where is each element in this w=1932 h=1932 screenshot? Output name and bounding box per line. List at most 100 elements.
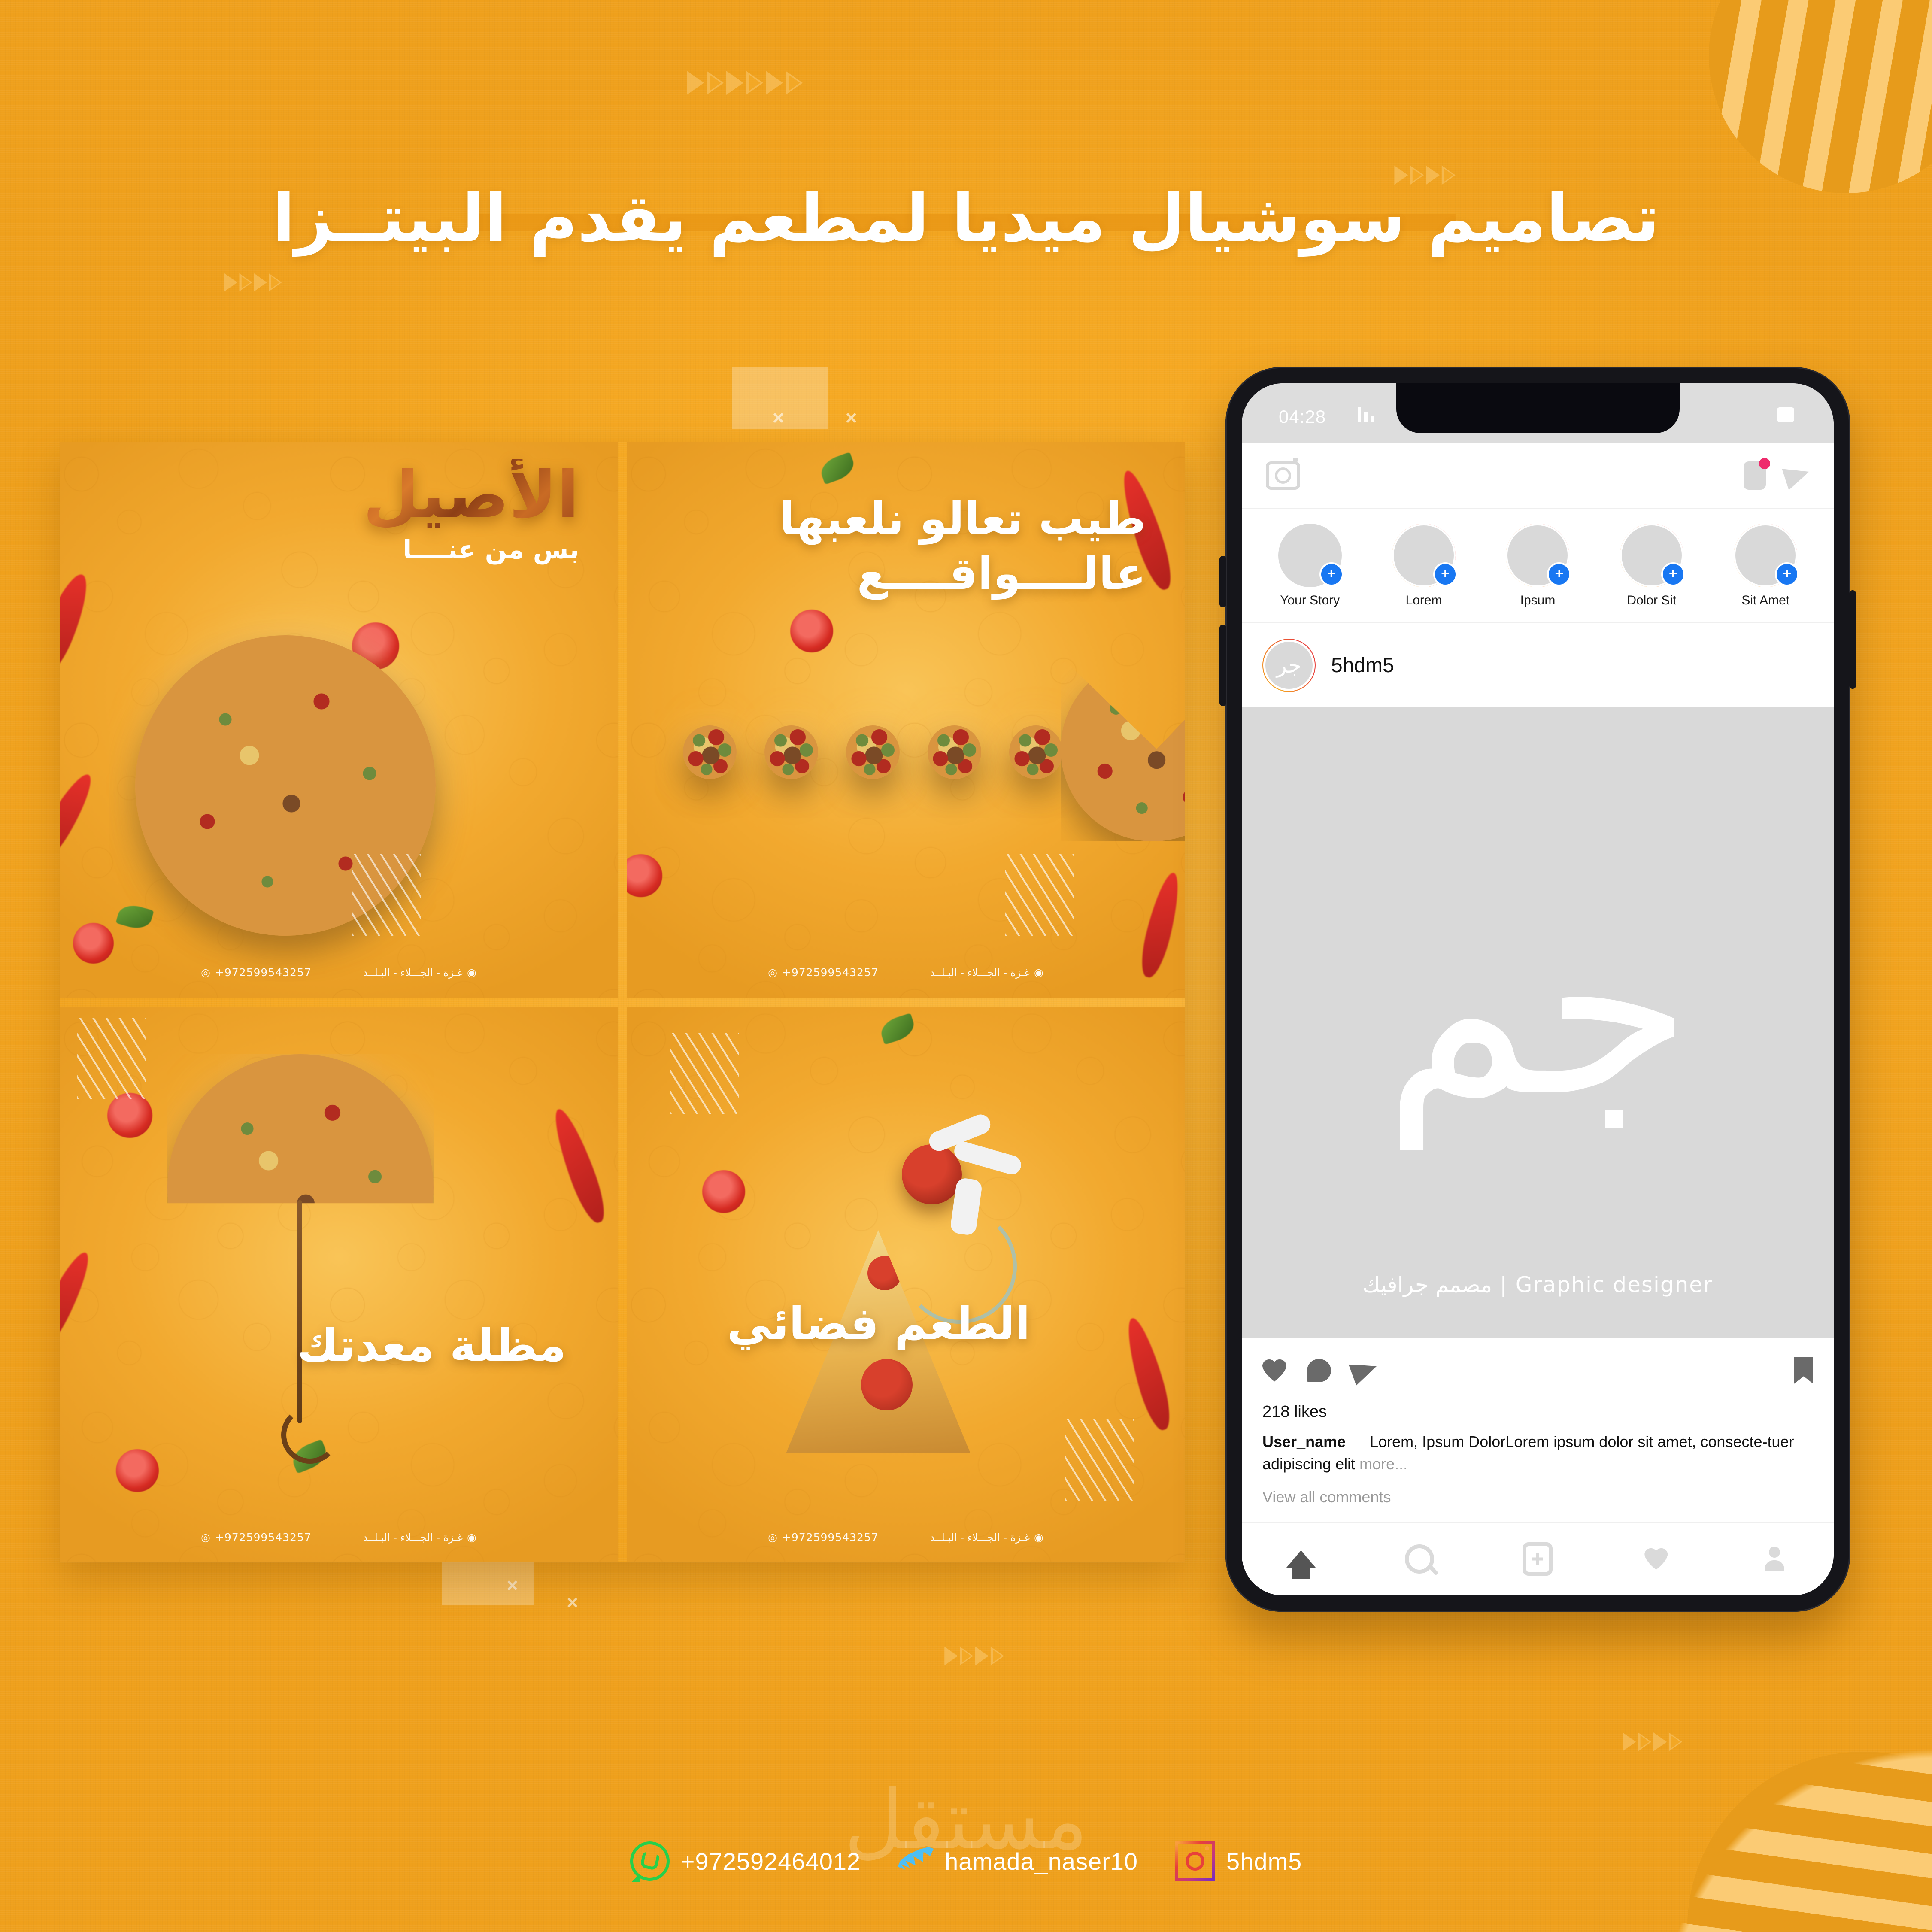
card-phone: +972599543257	[215, 1531, 312, 1544]
hatch-decoration	[1065, 1419, 1134, 1501]
design-card-umbrella[interactable]: مظلة معدتك ◎ +972599543257 غـزة - الجـــ…	[60, 1007, 618, 1562]
story-avatar[interactable]: +	[1734, 523, 1799, 587]
corner-decoration-bottom-right	[1627, 1657, 1932, 1932]
mini-pizza	[683, 725, 737, 779]
instagram-header	[1242, 443, 1834, 509]
x-mark-icon: ×	[773, 406, 784, 429]
add-story-icon[interactable]: +	[1661, 562, 1685, 586]
design-card-pacman[interactable]: طيب تعالو نلعبها عالــــواقــــع ◎ +9725…	[627, 442, 1185, 998]
poster-canvas: × × × × تصاميم سوشيال ميديا لمطعم يقدم ا…	[0, 0, 1932, 1932]
whatsapp-icon	[630, 1841, 670, 1881]
card-contact-strip: ◎ +972599543257 غـزة - الجـــلاء - البـل…	[60, 966, 618, 979]
story-label: Sit Amet	[1741, 593, 1790, 607]
story-item[interactable]: + Sit Amet	[1723, 523, 1808, 608]
story-item[interactable]: + Lorem	[1381, 523, 1467, 608]
instagram-handle: 5hdm5	[1226, 1847, 1302, 1875]
tab-activity[interactable]	[1641, 1544, 1671, 1574]
phone-group: ◎ +972599543257	[201, 1531, 312, 1544]
post-caption: User_name Lorem, Ipsum DolorLorem ipsum d…	[1262, 1431, 1813, 1475]
battery-icon	[1777, 407, 1794, 422]
story-item[interactable]: + Dolor Sit	[1609, 523, 1695, 608]
post-username[interactable]: 5hdm5	[1331, 654, 1394, 677]
card-headline: الطعم فضائي	[727, 1298, 1030, 1350]
post-image[interactable]: جم Graphic designer | مصمم جرافيك	[1242, 707, 1834, 1338]
chevron-arrows-decoration	[1623, 1732, 1684, 1751]
umbrella-handle	[297, 1200, 302, 1423]
bookmark-icon[interactable]	[1794, 1357, 1813, 1384]
design-card-original[interactable]: الأصيل بس من عنــــا ◎ +972599543257 غـز…	[60, 442, 618, 998]
chevron-arrows-decoration	[224, 273, 284, 291]
card-phone: +972599543257	[215, 966, 312, 979]
story-avatar[interactable]: +	[1506, 523, 1571, 587]
card-headline: الأصيل	[363, 458, 579, 533]
phone-screen: 04:28 + Your Story + Lorem + Ipsum + Dol…	[1242, 383, 1834, 1595]
bottom-tab-bar	[1242, 1522, 1834, 1595]
mini-pizza	[1009, 725, 1063, 779]
location-pin-icon: ◉	[467, 1531, 477, 1544]
card-subhead: بس من عنــــا	[398, 535, 583, 564]
pepperoni-helmet	[902, 1144, 962, 1204]
story-label: Ipsum	[1520, 593, 1556, 607]
add-story-icon[interactable]: +	[1433, 562, 1458, 586]
chevron-arrows-decoration	[944, 1647, 1006, 1665]
view-all-comments-link[interactable]: View all comments	[1262, 1488, 1813, 1506]
phone-volume-up-button[interactable]	[1219, 556, 1226, 607]
whatsapp-icon: ◎	[201, 966, 211, 979]
tomato-garnish	[702, 1170, 745, 1213]
address-group: غـزة - الجـــلاء - البـلــد ◉	[363, 966, 477, 979]
card-address: غـزة - الجـــلاء - البـلــد	[930, 1531, 1030, 1544]
stripe-pattern	[1627, 1657, 1932, 1932]
whatsapp-icon: ◎	[768, 1531, 778, 1544]
footer-instagram[interactable]: 5hdm5	[1175, 1841, 1302, 1881]
add-story-icon[interactable]: +	[1775, 562, 1799, 586]
tab-home[interactable]	[1286, 1544, 1316, 1579]
footer-whatsapp[interactable]: +972592464012	[630, 1841, 861, 1881]
share-icon[interactable]	[1348, 1355, 1381, 1386]
tab-add-post[interactable]	[1523, 1542, 1553, 1576]
tomato-garnish	[116, 1449, 159, 1492]
card-phone: +972599543257	[782, 966, 879, 979]
story-avatar[interactable]: +	[1278, 523, 1344, 587]
phone-power-button[interactable]	[1849, 590, 1856, 689]
header-right-actions	[1744, 458, 1813, 490]
location-pin-icon: ◉	[1034, 966, 1044, 979]
story-item[interactable]: + Your Story	[1267, 523, 1353, 608]
camera-icon[interactable]	[1266, 458, 1300, 490]
chevron-arrows-decoration	[687, 71, 805, 95]
card-address: غـزة - الجـــلاء - البـلــد	[363, 966, 463, 979]
mini-pizza	[928, 725, 981, 779]
direct-message-icon[interactable]	[1782, 461, 1813, 490]
add-story-icon[interactable]: +	[1319, 562, 1344, 586]
tomato-garnish	[73, 923, 114, 964]
phone-notch	[1396, 383, 1680, 433]
story-avatar[interactable]: +	[1392, 523, 1458, 587]
card-address: غـزة - الجـــلاء - البـلــد	[363, 1531, 463, 1544]
umbrella-hook	[281, 1406, 339, 1464]
post-avatar[interactable]: جر	[1262, 639, 1316, 692]
hatch-decoration	[77, 1018, 146, 1099]
caption-more-link[interactable]: more...	[1359, 1455, 1407, 1473]
tab-profile[interactable]	[1759, 1544, 1789, 1574]
footer-twitter[interactable]: hamada_naser10	[898, 1846, 1138, 1877]
tab-search[interactable]	[1404, 1544, 1435, 1574]
phone-mockup: 04:28 + Your Story + Lorem + Ipsum + Dol…	[1219, 367, 1856, 1612]
story-item[interactable]: + Ipsum	[1495, 523, 1580, 608]
design-card-space[interactable]: الطعم فضائي ◎ +972599543257 غـزة - الجــ…	[627, 1007, 1185, 1562]
location-pin-icon: ◉	[467, 966, 477, 979]
igtv-icon[interactable]	[1744, 458, 1770, 490]
avatar-glyph: جر	[1263, 640, 1315, 691]
card-contact-strip: ◎ +972599543257 غـزة - الجـــلاء - البـل…	[627, 1531, 1185, 1544]
post-header: جر 5hdm5	[1242, 623, 1834, 707]
phone-volume-down-button[interactable]	[1219, 625, 1226, 706]
notification-dot	[1759, 458, 1770, 469]
twitter-handle: hamada_naser10	[945, 1847, 1138, 1875]
corner-decoration-top-right	[1709, 0, 1932, 193]
add-story-icon[interactable]: +	[1547, 562, 1571, 586]
caption-username[interactable]: User_name	[1262, 1433, 1346, 1450]
like-icon[interactable]	[1262, 1359, 1286, 1383]
card-headline: مظلة معدتك	[294, 1320, 570, 1370]
story-avatar[interactable]: +	[1620, 523, 1685, 587]
stories-tray[interactable]: + Your Story + Lorem + Ipsum + Dolor Sit…	[1242, 509, 1834, 623]
post-actions-bar	[1242, 1338, 1834, 1403]
comment-icon[interactable]	[1307, 1359, 1331, 1382]
